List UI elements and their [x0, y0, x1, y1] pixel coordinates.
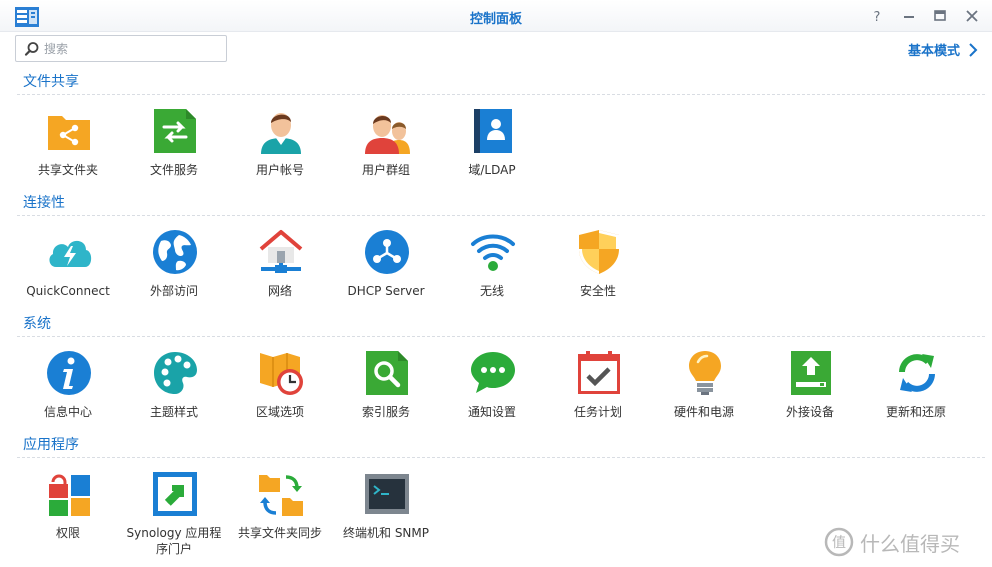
item-label: 网络	[267, 284, 292, 298]
shared-folder-icon	[46, 108, 92, 154]
item-label: 用户帐号	[255, 163, 304, 177]
minimize-button[interactable]	[900, 7, 918, 25]
minimize-icon	[904, 16, 914, 18]
item-label: 外部访问	[149, 284, 198, 298]
shield-icon	[576, 229, 622, 275]
item-theme[interactable]: 主题样式	[121, 350, 227, 448]
terminal-icon	[364, 471, 410, 517]
item-label: 任务计划	[573, 405, 622, 419]
palette-icon	[152, 350, 198, 396]
item-regional-options[interactable]: 区域选项	[227, 350, 333, 448]
item-label: 无线	[479, 284, 504, 298]
item-external-access[interactable]: 外部访问	[121, 229, 227, 327]
section-title-file-sharing: 文件共享	[23, 74, 79, 90]
maximize-icon	[934, 10, 946, 21]
item-update-restore[interactable]: 更新和还原	[863, 350, 969, 448]
item-label: 终端机和 SNMP	[343, 526, 429, 540]
file-services-icon	[152, 108, 198, 154]
item-label: 区域选项	[255, 405, 304, 419]
section-divider	[17, 457, 985, 458]
question-mark-icon: ?	[874, 10, 881, 25]
item-label: 文件服务	[149, 163, 198, 177]
group-icon	[364, 108, 410, 154]
item-label: 用户群组	[361, 163, 410, 177]
item-wireless[interactable]: 无线	[439, 229, 545, 327]
window-title: 控制面板	[469, 12, 522, 27]
region-clock-icon	[258, 350, 304, 396]
section-divider	[17, 94, 985, 95]
refresh-icon	[894, 350, 940, 396]
globe-icon	[152, 229, 198, 275]
watermark-text: 什么值得买	[860, 531, 960, 556]
svg-text:值: 值	[832, 535, 846, 551]
chat-bubble-icon	[470, 350, 516, 396]
item-hardware-power[interactable]: 硬件和电源	[651, 350, 757, 448]
title-bar: 控制面板 ?	[0, 0, 992, 32]
item-network[interactable]: 网络	[227, 229, 333, 327]
item-file-services[interactable]: 文件服务	[121, 108, 227, 206]
item-domain-ldap[interactable]: 域/LDAP	[439, 108, 545, 206]
section-title-connectivity: 连接性	[23, 195, 65, 211]
wireless-icon	[470, 229, 516, 275]
maximize-button[interactable]	[931, 7, 949, 25]
search-icon	[24, 42, 39, 56]
basic-mode-label: 基本模式	[907, 44, 960, 59]
item-label: 信息中心	[43, 405, 92, 419]
item-label: 通知设置	[467, 405, 516, 419]
item-app-portal[interactable]: Synology 应用程序门户	[121, 471, 227, 567]
calendar-check-icon	[576, 350, 622, 396]
basic-mode-link[interactable]: 基本模式	[908, 40, 978, 59]
light-bulb-icon	[682, 350, 728, 396]
item-label: DHCP Server	[347, 284, 425, 298]
item-label: 更新和还原	[885, 405, 946, 419]
item-label: 索引服务	[361, 405, 410, 419]
item-label: 硬件和电源	[673, 405, 734, 419]
section-divider	[17, 215, 985, 216]
quickconnect-icon	[46, 229, 92, 275]
search-box	[15, 35, 227, 62]
watermark: 值 什么值得买	[824, 525, 992, 559]
chevron-right-icon	[969, 42, 978, 57]
item-task-scheduler[interactable]: 任务计划	[545, 350, 651, 448]
item-external-devices[interactable]: 外接设备	[757, 350, 863, 448]
item-indexing-service[interactable]: 索引服务	[333, 350, 439, 448]
item-label: 共享文件夹	[37, 163, 98, 177]
search-input[interactable]	[44, 39, 220, 58]
item-security[interactable]: 安全性	[545, 229, 651, 327]
section-title-applications: 应用程序	[23, 437, 79, 453]
upload-device-icon	[788, 350, 834, 396]
item-dhcp-server[interactable]: DHCP Server	[333, 229, 439, 327]
item-shared-folder-sync[interactable]: 共享文件夹同步	[227, 471, 333, 567]
zhi-watermark-icon: 值	[824, 527, 854, 557]
item-user-group[interactable]: 用户群组	[333, 108, 439, 206]
folder-sync-icon	[258, 471, 304, 517]
close-button[interactable]	[963, 7, 981, 25]
item-label: QuickConnect	[26, 284, 110, 298]
item-label: 权限	[55, 526, 80, 540]
item-label: Synology 应用程序门户	[126, 526, 222, 556]
privileges-icon	[46, 471, 92, 517]
house-network-icon	[258, 229, 304, 275]
help-button[interactable]: ?	[868, 7, 886, 25]
item-user-account[interactable]: 用户帐号	[227, 108, 333, 206]
item-label: 安全性	[579, 284, 616, 298]
section-title-system: 系统	[23, 316, 51, 332]
section-divider	[17, 336, 985, 337]
item-terminal-snmp[interactable]: 终端机和 SNMP	[333, 471, 439, 567]
item-label: 外接设备	[785, 405, 834, 419]
item-notification[interactable]: 通知设置	[439, 350, 545, 448]
close-icon	[966, 10, 978, 22]
item-label: 共享文件夹同步	[237, 526, 322, 540]
dhcp-icon	[364, 229, 410, 275]
domain-ldap-icon	[470, 108, 516, 154]
item-label: 域/LDAP	[468, 163, 516, 177]
info-icon	[46, 350, 92, 396]
svg-text:?: ?	[874, 10, 881, 25]
index-search-icon	[364, 350, 410, 396]
app-portal-icon	[152, 471, 198, 517]
user-icon	[258, 108, 304, 154]
item-privileges[interactable]: 权限	[15, 471, 121, 567]
item-label: 主题样式	[149, 405, 198, 419]
